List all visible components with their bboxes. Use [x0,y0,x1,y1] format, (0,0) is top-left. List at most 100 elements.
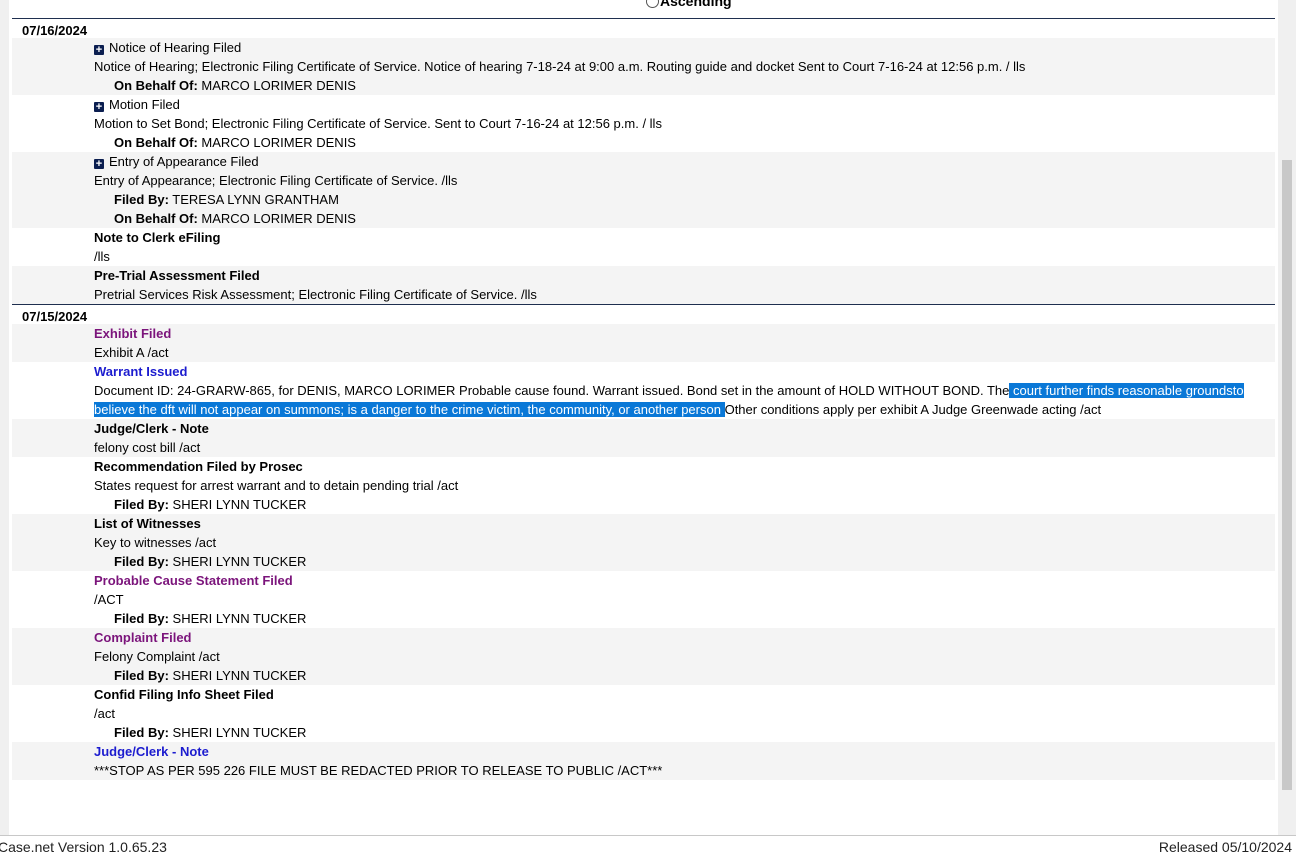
docket-entry: Confid Filing Info Sheet Filed/act Filed … [12,685,1275,742]
date-group: 07/15/2024 Exhibit Filed Exhibit A /act War… [12,304,1275,780]
party-row: On Behalf Of: MARCO LORIMER DENIS [94,76,1275,95]
entry-title: Notice of Hearing Filed [109,40,242,55]
plus-square-icon[interactable]: + [94,102,104,113]
party-label: Filed By: [114,497,169,512]
entry-description: /lls [94,249,110,264]
docket-entry: Recommendation Filed by Prosec States req… [12,457,1275,514]
entry-description: Felony Complaint /act [94,649,220,664]
party-row: On Behalf Of: MARCO LORIMER DENIS [94,209,1275,228]
party-name: SHERI LYNN TUCKER [172,725,307,740]
vertical-scrollbar[interactable] [1278,0,1296,836]
entry-title: Probable Cause Statement Filed [94,573,293,588]
entry-title: List of Witnesses [94,516,201,531]
left-gutter [0,0,9,836]
description-text: Other conditions apply per exhibit A Jud… [724,402,1102,417]
docket-entry: Judge/Clerk - Note ***STOP AS PER 595 226… [12,742,1275,780]
entry-title: Exhibit Filed [94,326,172,341]
docket-entry: Complaint Filed Felony Complaint /act File… [12,628,1275,685]
party-name: SHERI LYNN TUCKER [172,497,307,512]
docket-entry: + Notice of Hearing Filed Notice of Hearin… [12,38,1275,95]
version-text: Case.net Version 1.0.65.23 [0,839,167,855]
entry-title: Note to Clerk eFiling [94,230,221,245]
description-text: Document ID: 24-GRARW-865, for DENIS, MA… [94,383,1010,398]
docket-entry: Note to Clerk eFiling/lls [12,228,1275,266]
entry-title: Judge/Clerk - Note [94,744,209,759]
entry-title-row[interactable]: + Motion Filed [94,95,1275,114]
date-header: 07/16/2024 [22,23,88,38]
entry-title-row: List of Witnesses [94,514,1275,533]
page-footer: Case.net Version 1.0.65.23 Released 05/1… [0,835,1296,857]
party-name: SHERI LYNN TUCKER [172,668,307,683]
entry-title-row: Warrant Issued [94,362,1275,381]
docket-entry: Judge/Clerk - Note felony cost bill /act [12,419,1275,457]
selected-text: court further finds reasonable grounds [1009,383,1233,398]
entry-description: /ACT [94,592,124,607]
entry-title-row: Pre-Trial Assessment Filed [94,266,1275,285]
release-date-text: Released 05/10/2024 [1158,839,1292,855]
party-name: SHERI LYNN TUCKER [172,554,307,569]
party-row: Filed By: SHERI LYNN TUCKER [94,552,1275,571]
party-name: MARCO LORIMER DENIS [201,211,356,226]
docket-entry: Warrant Issued Document ID: 24-GRARW-865,… [12,362,1275,419]
entry-description: /act [94,706,115,721]
party-name: MARCO LORIMER DENIS [201,78,356,93]
entry-title: Judge/Clerk - Note [94,421,209,436]
entry-title-row: Recommendation Filed by Prosec [94,457,1275,476]
entry-title: Entry of Appearance Filed [109,154,259,169]
sort-ascending-radio[interactable] [646,0,659,8]
entry-description: Pretrial Services Risk Assessment; Elect… [94,287,537,302]
party-name: SHERI LYNN TUCKER [172,611,307,626]
entry-title-row[interactable]: + Notice of Hearing Filed [94,38,1275,57]
party-row: Filed By: SHERI LYNN TUCKER [94,609,1275,628]
entry-title: Recommendation Filed by Prosec [94,459,303,474]
party-label: Filed By: [114,668,169,683]
party-label: On Behalf Of: [114,135,198,150]
date-group: 07/16/2024 + Notice of Hearing Filed Notice… [12,18,1275,304]
party-name: MARCO LORIMER DENIS [201,135,356,150]
entry-title-row: Confid Filing Info Sheet Filed [94,685,1275,704]
sort-order-control[interactable]: Ascending [646,0,732,10]
party-label: On Behalf Of: [114,211,198,226]
party-label: Filed By: [114,192,169,207]
entry-title-row: Probable Cause Statement Filed [94,571,1275,590]
docket-entry: + Entry of Appearance Filed Entry of Appea… [12,152,1275,228]
party-row: Filed By: TERESA LYNN GRANTHAM [94,190,1275,209]
entry-title: Complaint Filed [94,630,192,645]
party-row: Filed By: SHERI LYNN TUCKER [94,666,1275,685]
date-header: 07/15/2024 [22,309,88,324]
docket-entry: List of Witnesses Key to witnesses /act Fi… [12,514,1275,571]
entry-title-row: Complaint Filed [94,628,1275,647]
entry-title-row: Exhibit Filed [94,324,1275,343]
docket-entry: Probable Cause Statement Filed/ACT Filed … [12,571,1275,628]
plus-square-icon[interactable]: + [94,159,104,170]
entry-description: ***STOP AS PER 595 226 FILE MUST BE REDA… [94,763,663,778]
party-label: Filed By: [114,554,169,569]
docket-entry: Pre-Trial Assessment Filed Pretrial Servi… [12,266,1275,304]
entry-description: Notice of Hearing; Electronic Filing Cer… [94,59,1026,74]
entry-title-row[interactable]: + Entry of Appearance Filed [94,152,1275,171]
entry-title-row: Judge/Clerk - Note [94,419,1275,438]
entry-description: States request for arrest warrant and to… [94,478,459,493]
entry-description: Entry of Appearance; Electronic Filing C… [94,173,458,188]
party-label: On Behalf Of: [114,78,198,93]
entry-title-row: Judge/Clerk - Note [94,742,1275,761]
plus-square-icon[interactable]: + [94,45,104,56]
docket-entry: Exhibit Filed Exhibit A /act [12,324,1275,362]
sort-ascending-label: Ascending [660,0,732,9]
entry-title-row: Note to Clerk eFiling [94,228,1275,247]
docket-entry: + Motion Filed Motion to Set Bond; Electro… [12,95,1275,152]
entry-title: Motion Filed [109,97,180,112]
party-label: Filed By: [114,725,169,740]
entry-title: Warrant Issued [94,364,188,379]
party-row: Filed By: SHERI LYNN TUCKER [94,723,1275,742]
entry-title: Pre-Trial Assessment Filed [94,268,260,283]
entry-title: Confid Filing Info Sheet Filed [94,687,274,702]
party-row: On Behalf Of: MARCO LORIMER DENIS [94,133,1275,152]
scrollbar-thumb[interactable] [1282,160,1292,790]
party-label: Filed By: [114,611,169,626]
entry-description: Document ID: 24-GRARW-865, for DENIS, MA… [94,381,1275,419]
entry-description: Motion to Set Bond; Electronic Filing Ce… [94,116,662,131]
entry-description: Exhibit A /act [94,345,169,360]
entry-description: felony cost bill /act [94,440,201,455]
docket-entries-list: 07/16/2024 + Notice of Hearing Filed Notice… [12,18,1275,780]
